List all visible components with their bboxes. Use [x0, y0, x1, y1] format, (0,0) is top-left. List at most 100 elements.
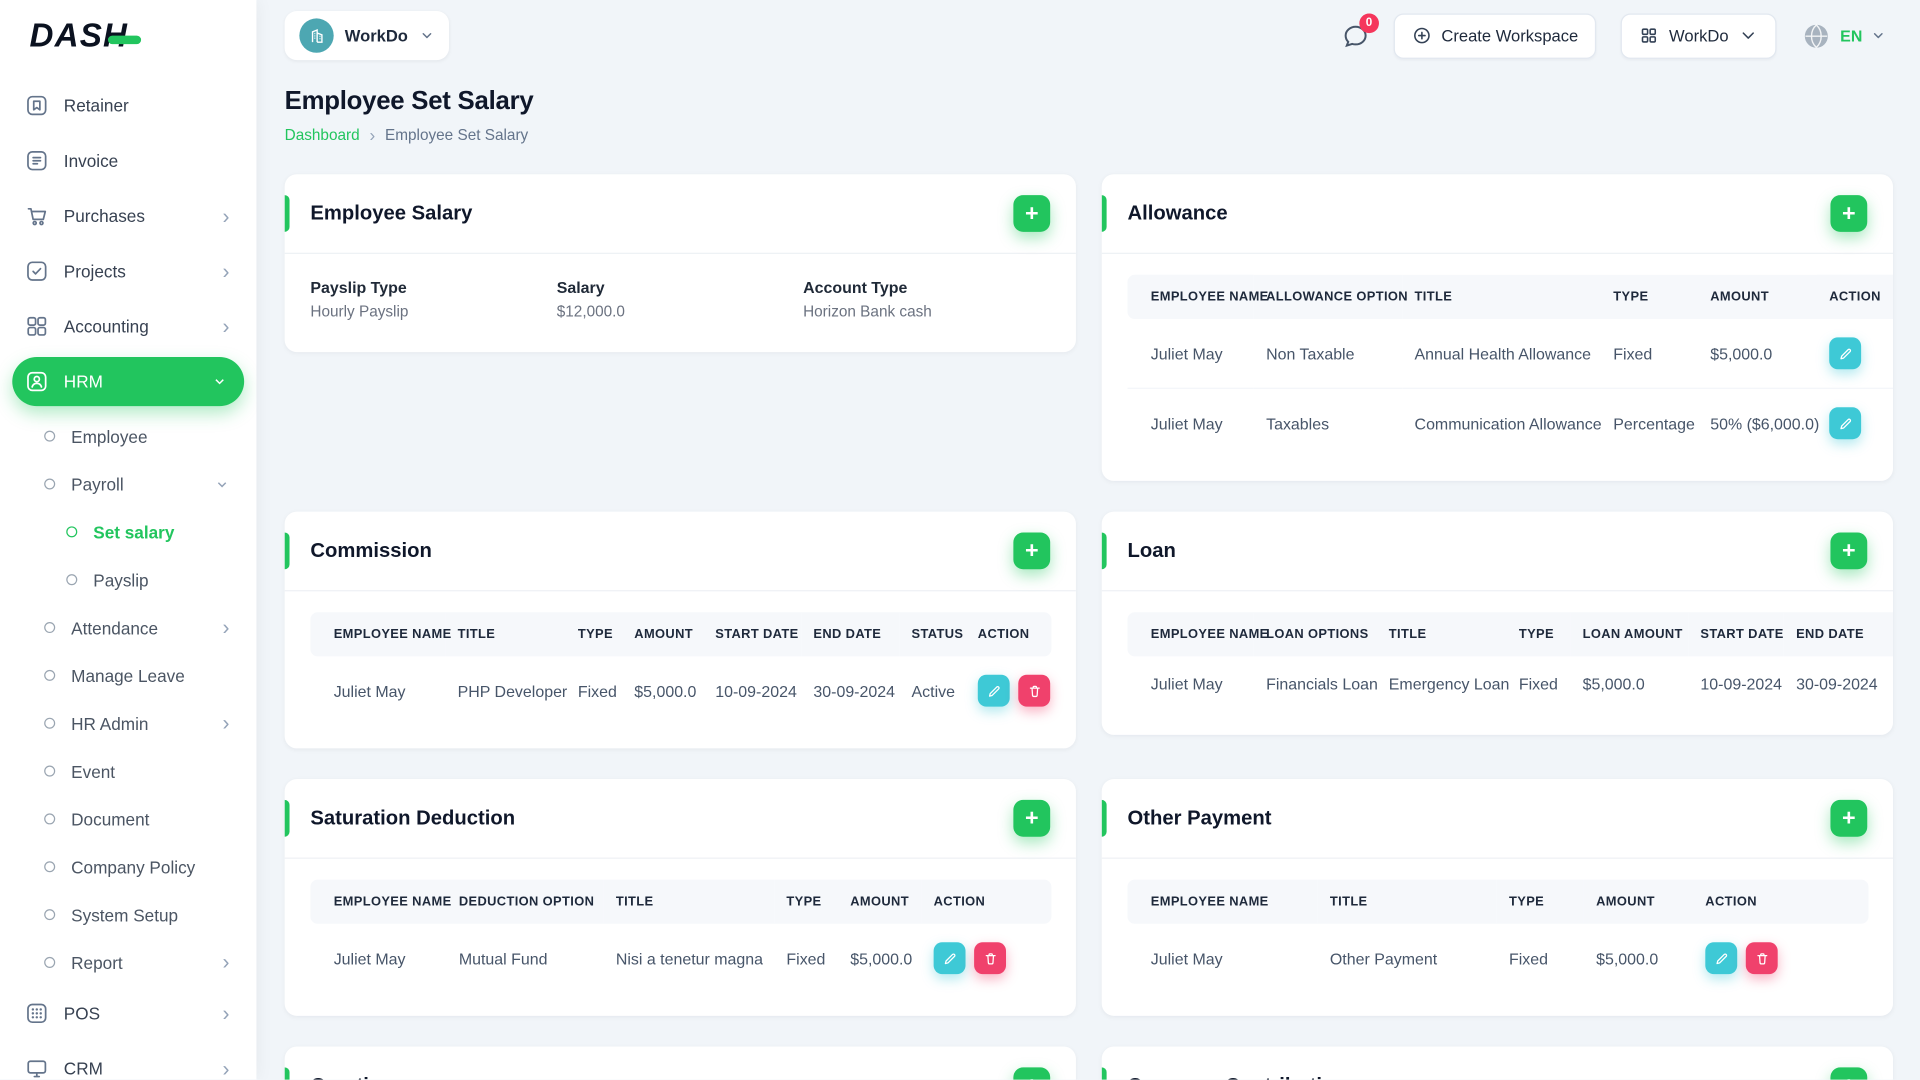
sidebar-item-crm[interactable]: CRM › — [12, 1044, 244, 1080]
saturation-deduction-table: Employee Name Deduction Option Title Typ… — [310, 879, 1052, 993]
add-loan-button[interactable]: + — [1830, 532, 1868, 570]
allowance-table: Employee Name Allowance Option Title Typ… — [1127, 274, 1894, 458]
cell-amount: $5,000.0 — [1710, 344, 1773, 363]
column-header: Amount — [1583, 879, 1694, 924]
sidebar-item-pos[interactable]: POS › — [12, 989, 244, 1038]
cell-type: Fixed — [1613, 344, 1653, 363]
chevron-down-icon — [215, 379, 224, 385]
sidebar-item-payslip[interactable]: Payslip — [12, 556, 244, 604]
allowance-table-scroll[interactable]: Employee Name Allowance Option Title Typ… — [1102, 254, 1894, 481]
sidebar-item-accounting[interactable]: Accounting › — [12, 302, 244, 351]
edit-button[interactable] — [1705, 942, 1738, 975]
chevron-right-icon: › — [222, 314, 230, 338]
sidebar-item-label: Invoice — [63, 150, 119, 171]
add-allowance-button[interactable]: + — [1830, 195, 1868, 232]
sidebar-item-report[interactable]: Report › — [12, 939, 244, 987]
bullet-icon — [66, 526, 78, 538]
add-company-contribution-button[interactable]: + — [1830, 1067, 1868, 1080]
cell-option: Financials Loan — [1266, 674, 1378, 694]
workspace-switcher[interactable]: WorkDo — [284, 11, 449, 61]
card-header: Commission + — [284, 512, 1076, 592]
edit-button[interactable] — [977, 674, 1010, 707]
edit-button[interactable] — [1829, 407, 1862, 440]
sidebar-item-event[interactable]: Event — [12, 747, 244, 795]
sidebar-item-label: POS — [63, 1003, 101, 1024]
pencil-icon — [1839, 417, 1851, 429]
edit-button[interactable] — [1829, 337, 1862, 370]
sidebar-item-retainer[interactable]: Retainer — [12, 81, 244, 130]
sidebar-item-hrm[interactable]: HRM — [12, 357, 245, 407]
commission-table-scroll: Employee Name Title Type Amount Start Da… — [285, 591, 1076, 748]
table-header-row: Employee Name Allowance Option Title Typ… — [1127, 274, 1894, 319]
messages-button[interactable]: 0 — [1341, 12, 1379, 49]
workspace-menu-button[interactable]: WorkDo — [1621, 12, 1777, 59]
cell-employee: Juliet May — [333, 681, 406, 700]
column-header: Type — [1601, 274, 1698, 319]
breadcrumb-dashboard-link[interactable]: Dashboard — [285, 126, 360, 143]
table-row: Juliet May Mutual Fund Nisi a tenetur ma… — [310, 924, 1051, 993]
card-allowance: Allowance + Employee Name Allowance Opti… — [1101, 174, 1894, 481]
language-selector[interactable]: EN — [1801, 20, 1886, 51]
sidebar-item-label: Payslip — [93, 569, 149, 590]
add-commission-button[interactable]: + — [1013, 532, 1051, 570]
delete-button[interactable] — [1745, 942, 1778, 975]
sidebar-item-projects[interactable]: Projects › — [12, 247, 244, 296]
bullet-icon — [44, 765, 56, 777]
sidebar-item-document[interactable]: Document — [12, 795, 244, 843]
sidebar-item-label: Payroll — [71, 474, 124, 494]
add-overtime-button[interactable]: + — [1013, 1067, 1051, 1080]
sidebar-item-set-salary[interactable]: Set salary — [12, 508, 244, 556]
sidebar-item-hr-admin[interactable]: HR Admin › — [12, 699, 244, 747]
bullet-icon — [44, 956, 56, 968]
add-saturation-deduction-button[interactable]: + — [1013, 799, 1051, 837]
sidebar-item-purchases[interactable]: Purchases › — [12, 191, 244, 240]
loan-table-scroll[interactable]: Employee Name Loan Options Title Type Lo… — [1102, 591, 1894, 735]
column-header: Employee Name — [310, 879, 451, 924]
sidebar-item-attendance[interactable]: Attendance › — [12, 604, 244, 652]
sidebar-item-system-setup[interactable]: System Setup — [12, 891, 244, 939]
column-header: Deduction Option — [446, 879, 604, 924]
bullet-icon — [44, 430, 56, 442]
sidebar-item-invoice[interactable]: Invoice — [12, 136, 244, 185]
card-title: Saturation Deduction — [310, 806, 516, 829]
column-header: End Date — [1783, 612, 1894, 657]
sidebar-item-payroll[interactable]: Payroll — [12, 460, 244, 508]
monitor-icon — [25, 1056, 50, 1079]
other-payment-table: Employee Name Title Type Amount Action J… — [1127, 879, 1869, 993]
app-logo[interactable]: DASH — [0, 0, 256, 71]
table-header-row: Employee Name Title Type Amount Action — [1127, 879, 1869, 924]
sidebar-item-employee[interactable]: Employee — [12, 412, 244, 460]
cards-grid: Employee Salary + Payslip Type Hourly Pa… — [284, 174, 1894, 1080]
pos-grid-icon — [25, 1001, 50, 1026]
logo-dash-accent — [107, 34, 141, 44]
cell-amount: $5,000.0 — [850, 948, 913, 968]
workspace-menu-label: WorkDo — [1669, 26, 1729, 45]
sidebar-item-label: Manage Leave — [71, 665, 185, 686]
sidebar-item-label: HR Admin — [71, 713, 149, 734]
bullet-icon — [44, 669, 56, 681]
column-header: Action — [1816, 274, 1894, 319]
chevron-down-icon — [1873, 33, 1883, 39]
sidebar-item-manage-leave[interactable]: Manage Leave — [12, 651, 244, 699]
add-employee-salary-button[interactable]: + — [1013, 195, 1051, 232]
column-header: Amount — [1697, 274, 1817, 319]
chevron-right-icon: › — [222, 1056, 230, 1080]
create-workspace-button[interactable]: Create Workspace — [1393, 12, 1597, 59]
cell-status: Active — [911, 681, 955, 700]
card-header: Other Payment + — [1101, 779, 1894, 859]
delete-button[interactable] — [1018, 674, 1051, 707]
column-header: End Date — [801, 612, 900, 657]
column-header: Employee Name — [1127, 612, 1268, 657]
page-title: Employee Set Salary — [284, 87, 534, 116]
sidebar-item-label: Report — [71, 952, 123, 973]
bullet-icon — [44, 622, 56, 634]
edit-button[interactable] — [933, 942, 966, 975]
delete-button[interactable] — [974, 942, 1007, 975]
employee-salary-details: Payslip Type Hourly Payslip Salary $12,0… — [285, 254, 1076, 352]
column-header: Title — [1376, 612, 1507, 657]
chevron-down-icon — [1742, 32, 1754, 39]
add-other-payment-button[interactable]: + — [1830, 799, 1868, 837]
trash-icon — [1756, 952, 1767, 964]
sidebar-item-company-policy[interactable]: Company Policy — [12, 843, 244, 891]
card-title: Overtime — [310, 1074, 398, 1080]
